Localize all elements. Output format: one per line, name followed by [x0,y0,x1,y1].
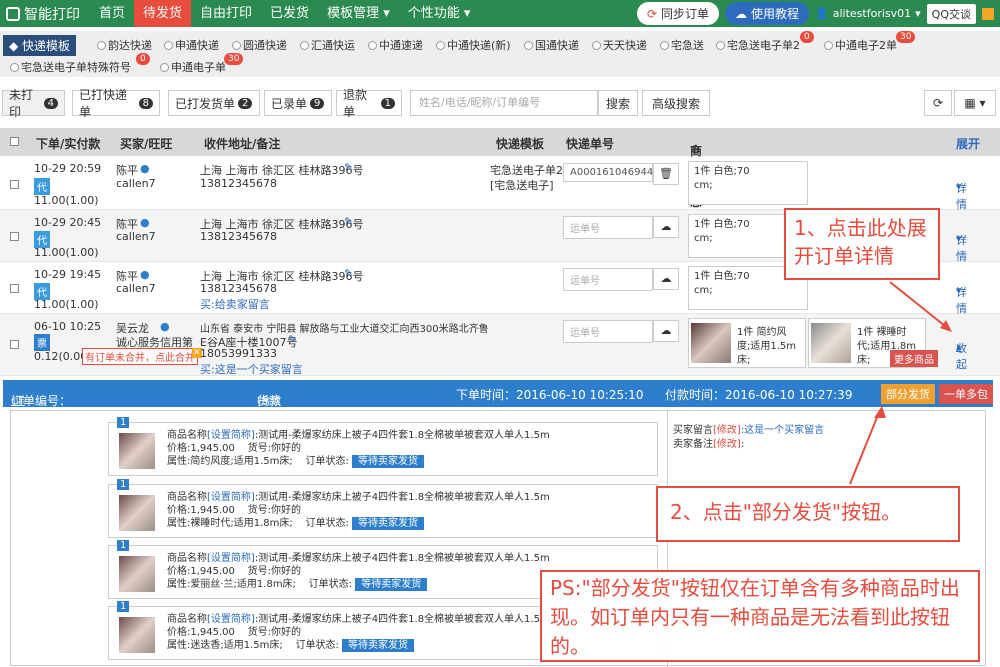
callout-note: PS:"部分发货"按钮仅在订单含有多种商品时出现。如订单内只有一种商品是无法看到… [540,570,980,662]
annotation-arrows [849,281,952,485]
callout-partial-ship: 2、点击"部分发货"按钮。 [656,486,960,542]
